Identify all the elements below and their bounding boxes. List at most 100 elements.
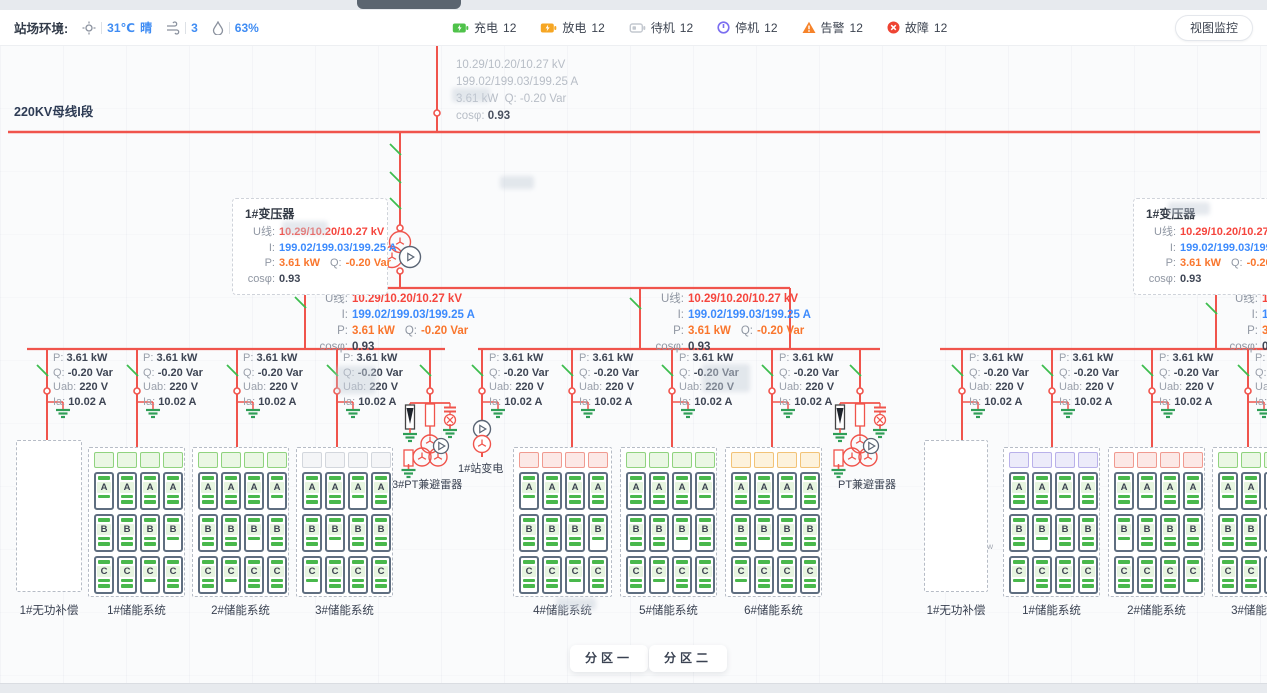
charge-bar [1059, 579, 1071, 583]
storage-system-box[interactable]: ABCABCABCABC [1212, 447, 1267, 597]
battery-cluster-letter: A [545, 482, 559, 493]
p-row: P: 3.61 kW [243, 351, 303, 366]
battery-column: ABC [695, 452, 715, 594]
battery-cluster-letter: C [143, 566, 157, 577]
charge-bar [329, 579, 341, 583]
charge-bar [98, 560, 110, 564]
battery-cluster-letter: C [652, 566, 666, 577]
charge-bar [592, 495, 604, 499]
charge-bar [1141, 579, 1153, 583]
uab-row: Uab: 220 V [489, 380, 549, 395]
battery-cluster-icon: C [1055, 556, 1075, 594]
converter-status-cell [754, 452, 774, 468]
status-badge-fault[interactable]: 故障12 [887, 19, 947, 36]
storage-system-label: 2#储能系统 [180, 602, 301, 618]
incoming-cos: cosφ: 0.93 [456, 108, 578, 125]
badge-count: 12 [850, 21, 863, 35]
charge-bar [1082, 584, 1094, 588]
p-row: P: 3.61 kW [1159, 351, 1219, 366]
badge-count: 12 [934, 21, 947, 35]
battery-cluster-icon: C [371, 556, 391, 594]
battery-cluster-letter: A [568, 482, 582, 493]
storage-system-box[interactable]: ABCABCABCABC [1108, 447, 1205, 597]
battery-cluster-icon: A [1160, 472, 1180, 510]
charge-bar [569, 476, 581, 480]
charge-bar [1222, 537, 1234, 541]
battery-cluster-letter: C [1163, 566, 1177, 577]
charge-bar [630, 500, 642, 504]
partition-button-2[interactable]: 分区二 [649, 645, 727, 672]
hv-bus-label: 220KV母线I段 [14, 101, 93, 120]
badge-count: 12 [764, 21, 777, 35]
battery-cluster-letter: C [328, 566, 342, 577]
ia-row: Ia: 10.02 A [1059, 395, 1119, 410]
battery-cluster-icon: A [302, 472, 322, 510]
q-row: Q: -0.20 Var [779, 366, 839, 381]
storage-system-box[interactable]: ABCABCABCABC [296, 447, 393, 597]
view-monitor-button[interactable]: 视图监控 [1175, 15, 1253, 41]
status-badge-discharging[interactable]: 放电12 [540, 19, 604, 36]
capacitor-bank-box[interactable] [16, 440, 82, 592]
battery-cluster-icon: C [221, 556, 241, 594]
charge-bar [144, 579, 156, 583]
charge-bar [375, 518, 387, 522]
charge-bar [352, 542, 364, 546]
battery-cluster-icon: A [371, 472, 391, 510]
charge-bar [1245, 537, 1257, 541]
battery-cluster-letter: C [1058, 566, 1072, 577]
charge-bar [1118, 476, 1130, 480]
status-badge-alarm[interactable]: 告警12 [802, 19, 863, 36]
charge-bar [1082, 476, 1094, 480]
storage-system-box[interactable]: ABCABCABCABC [513, 447, 612, 597]
charge-bar [1036, 495, 1048, 499]
charge-bar [569, 537, 581, 541]
storage-system-box[interactable]: ABCABCABCABC [88, 447, 185, 597]
ia-row: Ia: 10.02 A [969, 395, 1029, 410]
converter-status-cell [565, 452, 585, 468]
charge-bar [248, 476, 260, 480]
status-badge-shutdown[interactable]: 停机12 [717, 19, 777, 36]
storage-system-box[interactable]: ABCABCABCABC [192, 447, 289, 597]
uab-row: Uab: 220 V [969, 380, 1029, 395]
battery-cluster-letter: C [201, 566, 215, 577]
converter-status-cell [777, 452, 797, 468]
battery-cluster-letter: B [803, 524, 817, 535]
converter-status-cell [1137, 452, 1157, 468]
battery-column: ABC [519, 452, 539, 594]
storage-system-label: 1#储能系统 [76, 602, 197, 618]
storage-system-label: 4#储能系统 [501, 602, 624, 618]
battery-cluster-letter: B [270, 524, 284, 535]
i-row: I:199.02/199.03/199.25 A [239, 241, 377, 257]
branch-measurement: P: 3.61 kWQ: -0.20 VarUab: 220 VIa: 10.0… [579, 351, 639, 409]
charge-bar [735, 500, 747, 504]
storage-system-box[interactable]: ABCABCABCABC [1003, 447, 1100, 597]
storage-system-box[interactable]: ABCABCABCABC [725, 447, 822, 597]
p-row: P: 3.61 kW [579, 351, 639, 366]
storage-system-label: 1#储能系统 [991, 602, 1112, 618]
battery-column: ABC [1137, 452, 1157, 594]
charge-bar [653, 579, 665, 583]
battery-cluster-icon: C [1241, 556, 1261, 594]
partition-button-1[interactable]: 分区一 [570, 645, 648, 672]
battery-cluster-icon: B [371, 514, 391, 552]
status-badge-standby[interactable]: 待机12 [629, 19, 693, 36]
storage-system-box[interactable]: ABCABCABCABC [620, 447, 717, 597]
battery-cluster-letter: A [1163, 482, 1177, 493]
charge-bar [569, 495, 581, 499]
charge-bar [1245, 560, 1257, 564]
battery-cluster-letter: B [328, 524, 342, 535]
charge-bar [804, 537, 816, 541]
status-badge-charging[interactable]: 充电12 [452, 19, 516, 36]
charge-bar [167, 495, 179, 499]
badge-label: 充电 [474, 19, 498, 36]
battery-cluster-letter: C [1081, 566, 1095, 577]
charge-bar [1059, 537, 1071, 541]
uab-row: Uab: 220 V [143, 380, 203, 395]
converter-status-cell [649, 452, 669, 468]
converter-status-cell [163, 452, 183, 468]
battery-cluster-letter: B [1244, 524, 1258, 535]
capacitor-bank-box[interactable] [924, 440, 988, 592]
battery-cluster-letter: C [545, 566, 559, 577]
battery-cluster-icon: A [140, 472, 160, 510]
charge-bar [1164, 476, 1176, 480]
